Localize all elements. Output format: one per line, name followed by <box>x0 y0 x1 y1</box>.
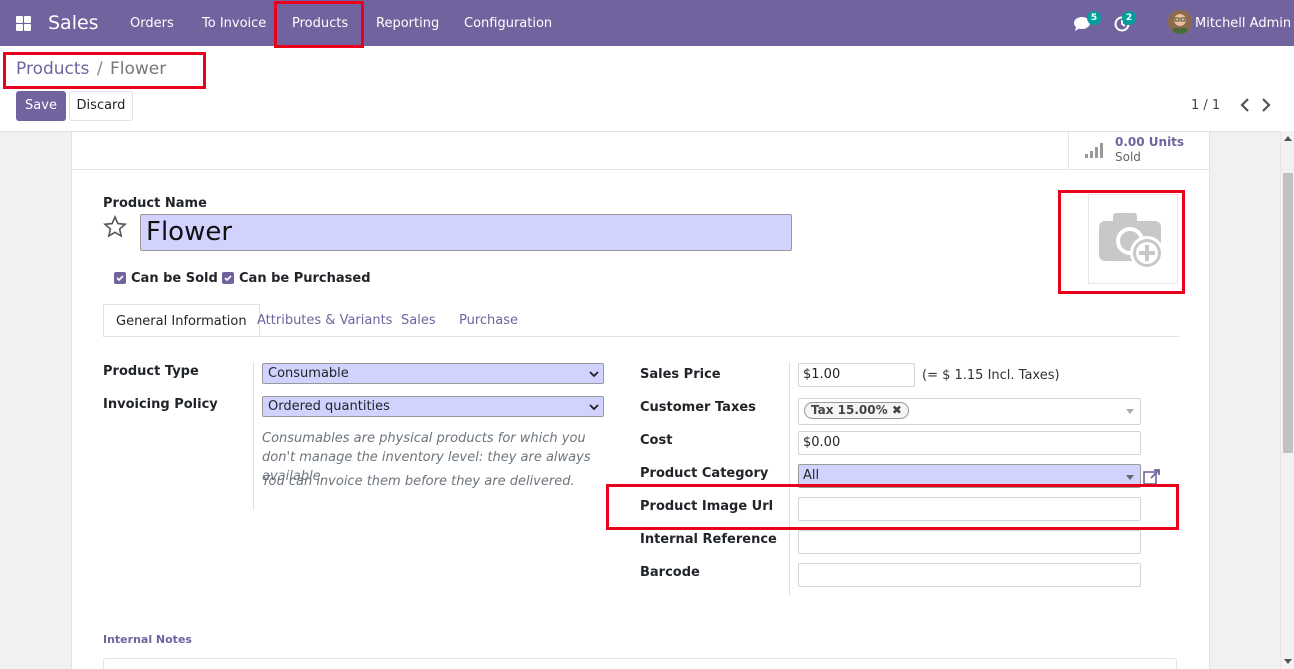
tax-tag-remove-icon[interactable]: ✖ <box>892 403 902 417</box>
invoicing-policy-help: You can invoice them before they are del… <box>262 474 575 489</box>
product-type-label: Product Type <box>103 364 199 379</box>
tab-attributes-variants[interactable]: Attributes & Variants <box>245 304 404 337</box>
vertical-scrollbar[interactable] <box>1280 131 1294 669</box>
product-category-value: All <box>803 468 820 483</box>
apps-menu-icon[interactable] <box>16 16 31 31</box>
tax-tag-label: Tax 15.00% <box>811 403 888 417</box>
image-url-highlight <box>606 484 1179 530</box>
app-name[interactable]: Sales <box>48 12 99 34</box>
incl-taxes-text: (= $ 1.15 Incl. Taxes) <box>922 368 1060 383</box>
customer-taxes-input[interactable]: Tax 15.00% ✖ <box>798 398 1141 425</box>
cost-input[interactable]: $0.00 <box>798 431 1141 455</box>
top-navbar: Sales Orders To Invoice Products Reporti… <box>0 0 1294 48</box>
user-name[interactable]: Mitchell Admin <box>1195 16 1291 31</box>
dropdown-caret-icon[interactable] <box>1126 475 1134 481</box>
user-avatar[interactable] <box>1168 10 1192 34</box>
internal-notes-label: Internal Notes <box>103 633 192 646</box>
menu-reporting[interactable]: Reporting <box>376 16 439 31</box>
chevron-right-icon[interactable] <box>1259 96 1273 114</box>
menu-configuration[interactable]: Configuration <box>464 16 552 31</box>
can-be-purchased-label[interactable]: Can be Purchased <box>239 271 371 286</box>
barcode-input[interactable] <box>798 563 1141 587</box>
product-type-select[interactable]: Consumable <box>262 363 604 384</box>
product-type-value: Consumable <box>268 366 349 381</box>
product-name-input[interactable]: Flower <box>140 214 792 251</box>
units-sold-button[interactable]: 0.00 Units Sold <box>1068 132 1211 170</box>
product-name-label: Product Name <box>103 196 207 211</box>
menu-to-invoice[interactable]: To Invoice <box>202 16 266 31</box>
sales-price-input[interactable]: $1.00 <box>798 363 915 387</box>
units-sold-label: Sold <box>1115 150 1141 164</box>
internal-reference-input[interactable] <box>798 530 1141 554</box>
bar-chart-icon <box>1085 143 1103 158</box>
internal-reference-label: Internal Reference <box>640 532 777 547</box>
menu-orders[interactable]: Orders <box>130 16 174 31</box>
invoicing-policy-select[interactable]: Ordered quantities <box>262 396 604 417</box>
tab-sales[interactable]: Sales <box>389 304 448 337</box>
barcode-label: Barcode <box>640 565 700 580</box>
pager-value[interactable]: 1 / 1 <box>1191 98 1220 113</box>
can-be-sold-checkbox[interactable] <box>114 272 126 284</box>
activities-badge: 2 <box>1122 11 1136 25</box>
breadcrumb-highlight <box>3 52 206 89</box>
can-be-purchased-checkbox[interactable] <box>222 272 234 284</box>
product-category-label: Product Category <box>640 466 769 481</box>
form-sheet: 0.00 Units Sold Product Name Flower Can … <box>71 132 1211 669</box>
internal-notes-textarea[interactable] <box>103 658 1177 669</box>
tax-tag[interactable]: Tax 15.00% ✖ <box>804 402 909 419</box>
tab-general-information[interactable]: General Information <box>103 304 260 337</box>
scroll-up-arrow-icon[interactable] <box>1284 136 1292 141</box>
units-sold-value: 0.00 Units <box>1115 135 1185 149</box>
discard-button[interactable]: Discard <box>69 91 133 121</box>
tab-purchase[interactable]: Purchase <box>447 304 530 337</box>
right-column-separator <box>789 362 790 596</box>
left-column-separator <box>253 362 254 510</box>
dropdown-caret-icon[interactable] <box>1126 409 1134 415</box>
cost-label: Cost <box>640 433 673 448</box>
customer-taxes-label: Customer Taxes <box>640 400 756 415</box>
can-be-sold-label[interactable]: Can be Sold <box>131 271 218 286</box>
save-button[interactable]: Save <box>16 91 66 121</box>
chevron-down-icon <box>589 404 599 411</box>
scroll-thumb[interactable] <box>1283 173 1293 453</box>
form-view: 0.00 Units Sold Product Name Flower Can … <box>0 131 1280 669</box>
product-image-highlight <box>1058 190 1185 294</box>
sales-price-label: Sales Price <box>640 367 721 382</box>
messages-badge: 5 <box>1087 11 1101 25</box>
tab-divider <box>103 336 1179 337</box>
chevron-down-icon <box>589 371 599 378</box>
products-menu-highlight <box>274 1 364 48</box>
invoicing-policy-value: Ordered quantities <box>268 399 390 414</box>
invoicing-policy-label: Invoicing Policy <box>103 397 218 412</box>
favorite-star-icon[interactable] <box>103 215 127 239</box>
chevron-left-icon[interactable] <box>1238 96 1252 114</box>
scroll-down-arrow-icon[interactable] <box>1284 659 1292 664</box>
smart-button-box: 0.00 Units Sold <box>72 132 1211 170</box>
